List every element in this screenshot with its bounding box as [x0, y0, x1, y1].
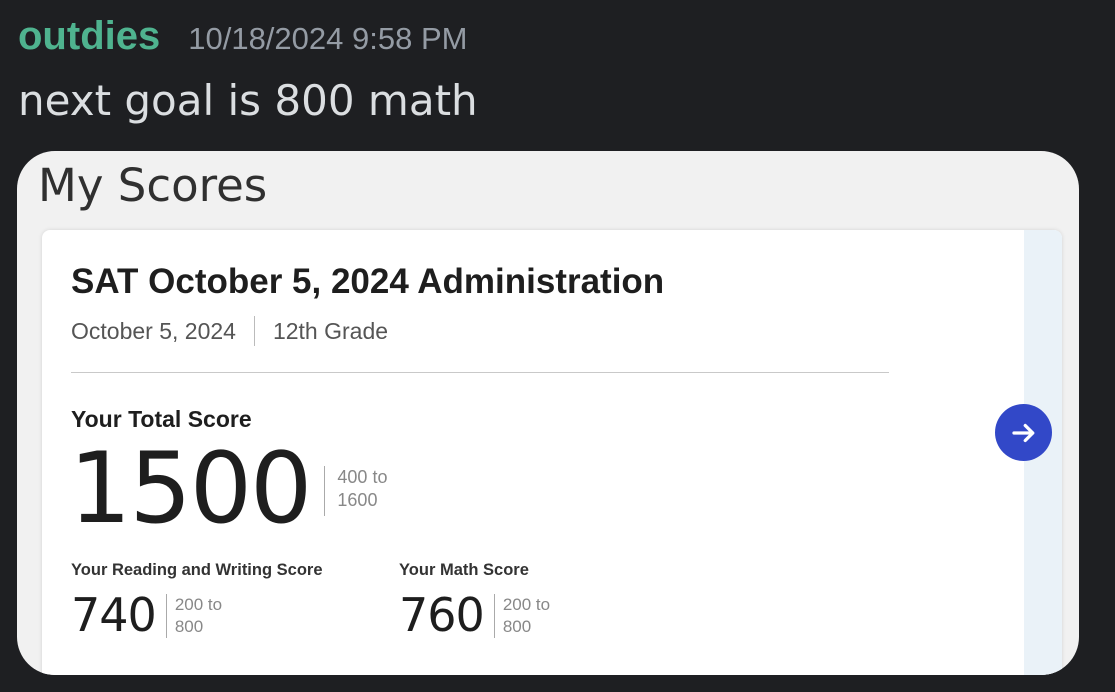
grade-label: 12th Grade	[272, 317, 389, 344]
math-range: 200 to 800	[493, 594, 551, 638]
rw-range-bottom: 800	[174, 617, 204, 636]
math-row: 760 200 to 800	[399, 588, 550, 642]
rw-range-top: 200 to	[174, 595, 223, 614]
total-range-bottom: 1600	[337, 490, 378, 510]
reading-writing-row: 740 200 to 800	[71, 588, 222, 642]
math-range-bottom: 800	[502, 617, 532, 636]
card-title: SAT October 5, 2024 Administration	[71, 262, 665, 301]
reading-writing-label: Your Reading and Writing Score	[71, 561, 323, 579]
math-range-top: 200 to	[502, 595, 551, 614]
message-header: outdies 10/18/2024 9:58 PM	[18, 14, 467, 59]
test-date: October 5, 2024	[71, 317, 236, 344]
math-label: Your Math Score	[399, 561, 529, 579]
reading-writing-range: 200 to 800	[165, 594, 223, 638]
score-card: SAT October 5, 2024 Administration Octob…	[42, 230, 1062, 675]
card-meta: October 5, 2024 12th Grade	[71, 316, 388, 346]
total-score-row: 1500 400 to 1600	[69, 436, 387, 542]
view-details-button[interactable]	[995, 404, 1052, 461]
image-attachment[interactable]: My Scores SAT October 5, 2024 Administra…	[17, 151, 1079, 675]
total-score-value: 1500	[69, 432, 312, 546]
meta-divider	[253, 316, 255, 346]
arrow-right-icon	[1011, 423, 1034, 442]
math-score: 760	[399, 588, 485, 642]
scores-page-title: My Scores	[38, 159, 268, 212]
card-divider	[71, 372, 889, 373]
total-score-range: 400 to 1600	[324, 466, 387, 516]
total-score-label: Your Total Score	[71, 406, 252, 432]
username[interactable]: outdies	[18, 14, 160, 59]
message-text: next goal is 800 math	[18, 76, 478, 125]
total-range-top: 400 to	[337, 467, 388, 487]
message-timestamp[interactable]: 10/18/2024 9:58 PM	[188, 21, 467, 57]
reading-writing-score: 740	[71, 588, 157, 642]
